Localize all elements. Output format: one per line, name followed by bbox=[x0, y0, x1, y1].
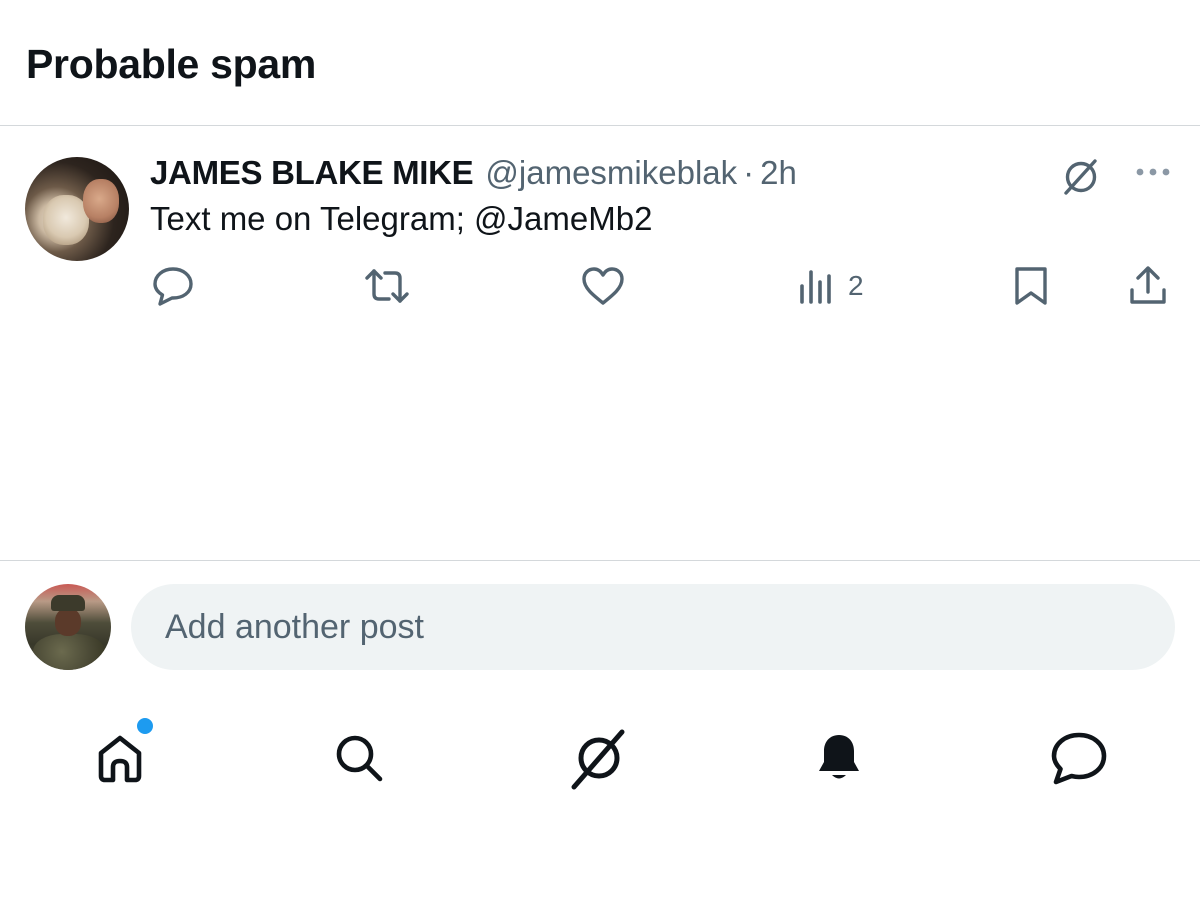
repost-button[interactable] bbox=[361, 262, 413, 310]
share-button[interactable] bbox=[1124, 262, 1172, 310]
share-icon bbox=[1130, 266, 1166, 304]
reply-icon bbox=[153, 267, 193, 306]
views-count: 2 bbox=[848, 270, 864, 301]
composer-divider bbox=[0, 560, 1200, 561]
home-unread-dot bbox=[135, 716, 155, 736]
repost-icon bbox=[365, 269, 409, 303]
avatar-photo-head bbox=[55, 608, 81, 636]
header-divider bbox=[0, 125, 1200, 126]
reply-button[interactable] bbox=[150, 262, 196, 310]
author-handle[interactable]: @jamesmikeblak bbox=[485, 154, 737, 191]
nav-notifications[interactable] bbox=[803, 722, 875, 794]
page-title: Probable spam bbox=[26, 41, 317, 87]
bookmark-button[interactable] bbox=[1009, 262, 1053, 310]
bookmark-icon bbox=[1015, 267, 1047, 305]
like-button[interactable] bbox=[579, 262, 627, 310]
avatar-photo-face bbox=[83, 179, 119, 223]
notifications-bell-icon bbox=[819, 735, 859, 779]
avatar-photo-cap bbox=[51, 595, 85, 611]
post-header: JAMES BLAKE MIKE @jamesmikeblak · 2h bbox=[150, 151, 797, 195]
post-timestamp[interactable]: 2h bbox=[760, 154, 797, 191]
add-post-input[interactable] bbox=[131, 584, 1175, 670]
avatar-photo-body bbox=[33, 634, 105, 670]
search-icon bbox=[336, 735, 383, 782]
nav-search[interactable] bbox=[323, 722, 395, 794]
like-icon bbox=[582, 267, 624, 305]
post-text: Text me on Telegram; @JameMb2 bbox=[150, 200, 653, 237]
views-button[interactable]: 2 bbox=[796, 262, 864, 310]
author-avatar[interactable] bbox=[25, 157, 129, 261]
author-name[interactable]: JAMES BLAKE MIKE bbox=[150, 154, 474, 191]
grok-icon bbox=[571, 729, 625, 790]
views-icon bbox=[800, 270, 831, 304]
nav-grok[interactable] bbox=[563, 722, 635, 794]
grok-icon[interactable] bbox=[1054, 150, 1108, 204]
messages-icon bbox=[1051, 732, 1107, 785]
my-avatar[interactable] bbox=[25, 584, 111, 670]
meta-separator: · bbox=[743, 154, 755, 191]
home-icon bbox=[98, 735, 142, 783]
nav-messages[interactable] bbox=[1043, 722, 1115, 794]
post-detail-screen: Probable spam JAMES BLAKE MIKE @jamesmike… bbox=[0, 0, 1200, 918]
more-icon[interactable] bbox=[1126, 150, 1180, 194]
